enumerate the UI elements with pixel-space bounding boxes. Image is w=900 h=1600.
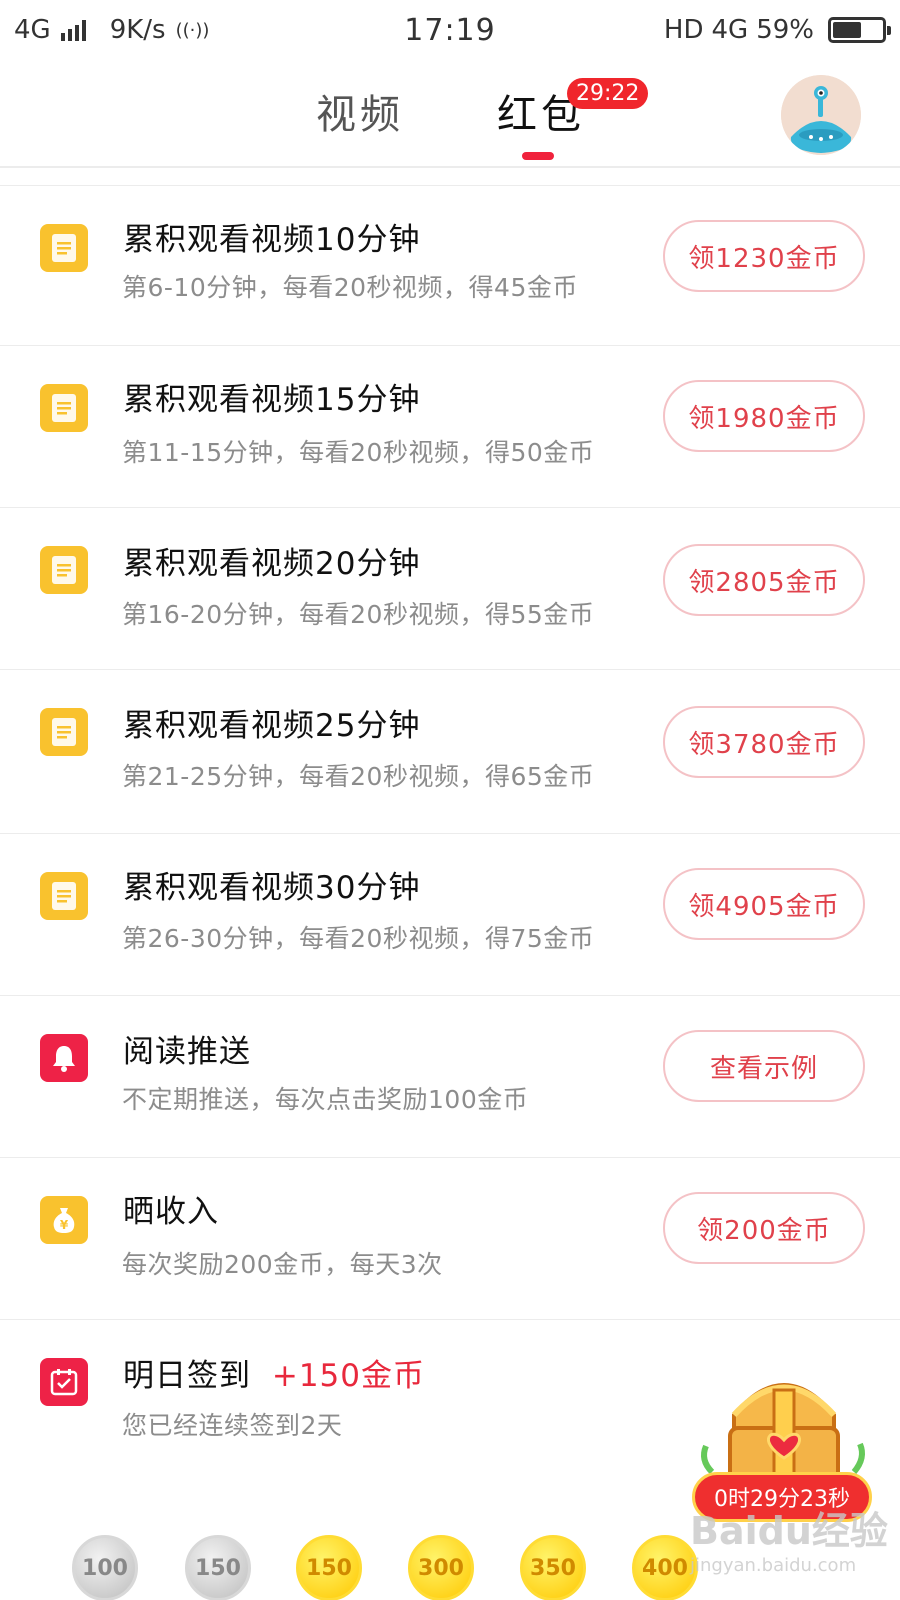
hotspot-icon: ((·)) — [175, 19, 210, 41]
task-title: 累积观看视频25分钟 — [123, 708, 421, 744]
task-title: 累积观看视频10分钟 — [123, 222, 421, 258]
task-title: 晒收入 — [123, 1194, 219, 1230]
document-icon — [40, 872, 88, 920]
claim-button[interactable]: 领1980金币 — [663, 380, 865, 452]
task-item: ¥ 晒收入 每次奖励200金币，每天3次 领200金币 — [0, 1158, 900, 1320]
task-item: 累积观看视频30分钟 第26-30分钟，每看20秒视频，得75金币 领4905金… — [0, 834, 900, 996]
coin-day-4: 300 — [408, 1535, 474, 1600]
checkin-description: 您已经连续签到2天 — [122, 1411, 343, 1440]
task-description: 第21-25分钟，每看20秒视频，得65金币 — [122, 762, 595, 791]
coin-day-5: 350 — [520, 1535, 586, 1600]
document-icon — [40, 224, 88, 272]
network-speed: 9K/s — [109, 15, 166, 45]
battery-percent: 59% — [756, 15, 814, 45]
claim-button[interactable]: 领2805金币 — [663, 544, 865, 616]
coin-day-6: 400 — [632, 1535, 698, 1600]
task-item: 累积观看视频15分钟 第11-15分钟，每看20秒视频，得50金币 领1980金… — [0, 346, 900, 508]
task-item: 累积观看视频20分钟 第16-20分钟，每看20秒视频，得55金币 领2805金… — [0, 508, 900, 670]
task-description: 每次奖励200金币，每天3次 — [122, 1250, 443, 1279]
signal-icon — [60, 19, 86, 41]
calendar-check-icon — [40, 1358, 88, 1406]
task-description: 第6-10分钟，每看20秒视频，得45金币 — [122, 273, 578, 302]
claim-button[interactable]: 领1230金币 — [663, 220, 865, 292]
document-icon — [40, 546, 88, 594]
task-description: 第26-30分钟，每看20秒视频，得75金币 — [122, 924, 595, 953]
battery-level — [833, 22, 861, 38]
svg-text:¥: ¥ — [60, 1218, 69, 1232]
status-bar: 4G 9K/s ((·)) 17:19 HD 4G 59% — [0, 0, 900, 60]
task-title: 累积观看视频30分钟 — [123, 870, 421, 906]
watermark-url: jingyan.baidu.com — [690, 1555, 857, 1576]
task-item: 累积观看视频10分钟 第6-10分钟，每看20秒视频，得45金币 领1230金币 — [0, 186, 900, 346]
avatar[interactable] — [781, 75, 861, 155]
network-type: 4G — [14, 15, 51, 45]
checkin-reward: +150金币 — [271, 1358, 426, 1394]
coin-day-2: 150 — [185, 1535, 251, 1600]
task-item: 阅读推送 不定期推送，每次点击奖励100金币 查看示例 — [0, 996, 900, 1158]
document-icon — [40, 384, 88, 432]
task-title: 阅读推送 — [123, 1034, 251, 1070]
task-description: 第16-20分钟，每看20秒视频，得55金币 — [122, 600, 595, 629]
task-title: 累积观看视频20分钟 — [123, 546, 421, 582]
coin-day-1: 100 — [72, 1535, 138, 1600]
bell-icon — [40, 1034, 88, 1082]
checkin-title: 明日签到 +150金币 — [123, 1350, 425, 1395]
claim-button[interactable]: 领200金币 — [663, 1192, 865, 1264]
task-description: 第11-15分钟，每看20秒视频，得50金币 — [122, 438, 595, 467]
money-bag-icon: ¥ — [40, 1196, 88, 1244]
document-icon — [40, 708, 88, 756]
status-right: HD 4G 59% — [663, 15, 891, 45]
header: 视频 红包 29:22 — [0, 60, 900, 168]
alien-avatar-icon — [781, 75, 861, 155]
tab-video[interactable]: 视频 — [316, 82, 404, 140]
task-item: 累积观看视频25分钟 第21-25分钟，每看20秒视频，得65金币 领3780金… — [0, 670, 900, 834]
network-type-right: 4G — [711, 15, 749, 45]
active-tab-indicator — [522, 152, 554, 160]
hd-label: HD — [663, 15, 704, 45]
task-title: 累积观看视频15分钟 — [123, 382, 421, 418]
claim-button[interactable]: 领3780金币 — [663, 706, 865, 778]
battery-icon — [828, 17, 891, 43]
task-description: 不定期推送，每次点击奖励100金币 — [122, 1085, 529, 1114]
view-example-button[interactable]: 查看示例 — [663, 1030, 865, 1102]
timer-badge: 29:22 — [567, 78, 649, 109]
status-left: 4G 9K/s ((·)) — [14, 15, 209, 45]
claim-button[interactable]: 领4905金币 — [663, 868, 865, 940]
checkin-label: 明日签到 — [123, 1358, 251, 1394]
coin-day-3: 150 — [296, 1535, 362, 1600]
baidu-watermark: Baidu经验 — [690, 1509, 888, 1553]
